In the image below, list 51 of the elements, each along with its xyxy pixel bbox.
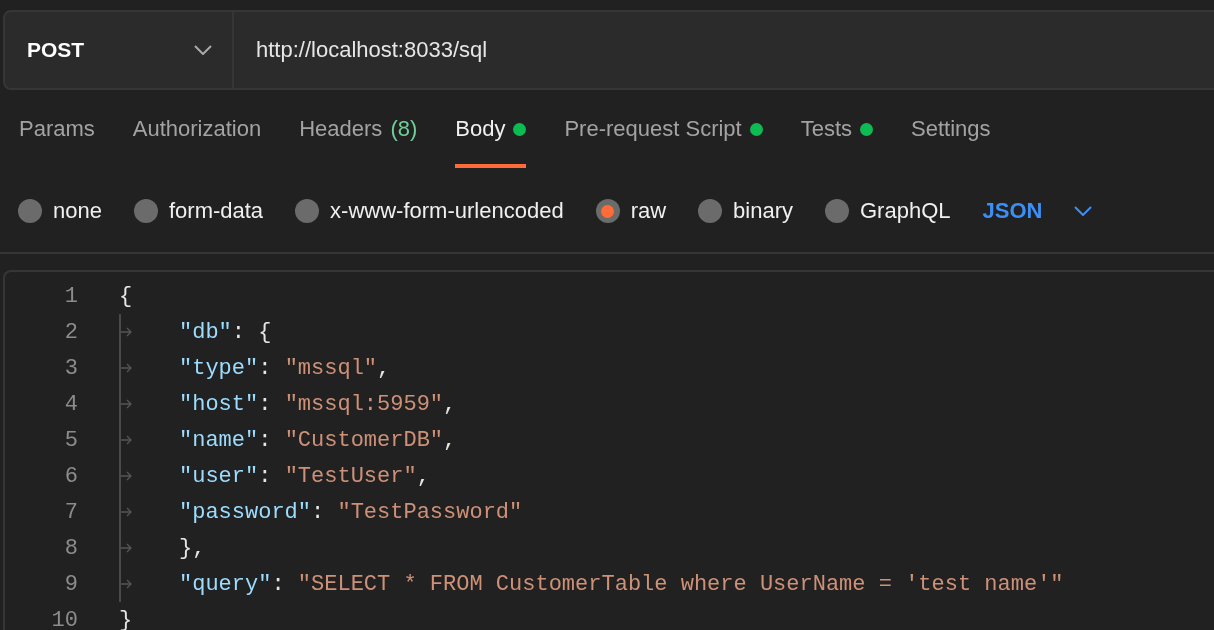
line-number: 7 xyxy=(63,499,78,525)
radio-label: GraphQL xyxy=(860,198,951,224)
code-line: "password": "TestPassword" xyxy=(179,499,523,525)
code-line: "query": "SELECT * FROM CustomerTable where UserName = 'test name'" xyxy=(179,571,1064,597)
line-number: 5 xyxy=(63,427,78,453)
radio-label: raw xyxy=(630,198,667,224)
tab[interactable]: Tests xyxy=(800,90,874,168)
line-number: 4 xyxy=(63,391,78,417)
chevron-down-icon xyxy=(1074,206,1093,216)
tab[interactable]: Params xyxy=(19,90,95,168)
radio-label: binary xyxy=(733,198,793,224)
line-number: 1 xyxy=(63,283,78,309)
code-editor[interactable] xyxy=(3,270,1214,630)
tab[interactable]: Body xyxy=(455,90,527,168)
method-dropdown[interactable]: POST xyxy=(3,10,234,90)
line-number: 10 xyxy=(50,607,78,630)
tab[interactable]: Headers (8) xyxy=(299,90,418,168)
body-type-radio[interactable]: form-data xyxy=(133,198,264,224)
tab-label: Tests xyxy=(800,116,853,142)
code-line: "user": "TestUser", xyxy=(179,463,430,489)
tab[interactable]: Pre-request Script xyxy=(564,90,763,168)
code-line: } xyxy=(119,607,133,630)
chevron-down-icon xyxy=(194,45,212,55)
code-line: "db": { xyxy=(179,319,272,345)
line-number: 3 xyxy=(63,355,78,381)
body-type-radio[interactable]: raw xyxy=(595,198,667,224)
line-number: 6 xyxy=(63,463,78,489)
radio-label: none xyxy=(53,198,102,224)
body-type-radio[interactable]: none xyxy=(18,198,102,224)
body-type-radio[interactable]: binary xyxy=(698,198,793,224)
tab-label: Params xyxy=(19,116,95,142)
tab[interactable]: Authorization xyxy=(132,90,262,168)
code-line: "name": "CustomerDB", xyxy=(179,427,457,453)
radio-label: form-data xyxy=(168,198,264,224)
line-number: 9 xyxy=(63,571,78,597)
tab-label: Settings xyxy=(911,116,991,142)
code-line: }, xyxy=(179,535,206,561)
line-number: 2 xyxy=(63,319,78,345)
tab-label: Pre-request Script xyxy=(564,116,742,142)
code-line: "host": "mssql:5959", xyxy=(179,391,457,417)
body-type-radio[interactable]: GraphQL xyxy=(825,198,951,224)
tab-label: Body xyxy=(455,116,506,142)
header-count: (8) xyxy=(390,116,418,142)
format-dropdown[interactable]: JSON xyxy=(982,198,1093,224)
line-number: 8 xyxy=(63,535,78,561)
tab[interactable]: Settings xyxy=(911,90,991,168)
url-input[interactable]: http://localhost:8033/sql xyxy=(234,12,1214,88)
code-line: { xyxy=(119,283,133,309)
code-line: "type": "mssql", xyxy=(179,355,391,381)
tab-label: Authorization xyxy=(132,116,262,142)
tab-label: Headers xyxy=(299,116,383,142)
